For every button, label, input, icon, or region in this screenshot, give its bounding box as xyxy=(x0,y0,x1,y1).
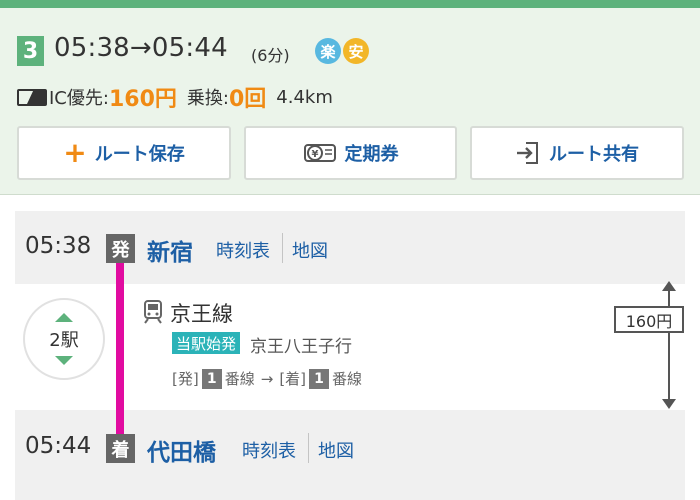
fare-value: 160円 xyxy=(108,87,177,112)
save-route-button[interactable]: + ルート保存 xyxy=(17,126,231,180)
route-number-badge: 3 xyxy=(17,36,44,66)
line-name: 京王線 xyxy=(170,302,233,326)
top-accent-bar xyxy=(0,0,700,8)
track-info: [発] 1 番線 → [着] 1 番線 xyxy=(172,368,362,389)
dep-track-number: 1 xyxy=(201,368,222,389)
dep-track-suffix: 番線 xyxy=(224,370,255,388)
arrival-timetable-link[interactable]: 時刻表 xyxy=(242,437,296,463)
expand-down-icon xyxy=(55,356,73,365)
arr-track-number: 1 xyxy=(309,368,330,389)
transfer-label: 乗換: xyxy=(186,88,229,109)
fare-range-arrow xyxy=(662,281,676,409)
svg-text:¥: ¥ xyxy=(311,149,318,160)
arr-track-suffix: 番線 xyxy=(332,370,363,388)
share-route-label: ルート共有 xyxy=(549,144,639,165)
stops-count: 2駅 xyxy=(49,330,79,351)
transfer-count: 0回 xyxy=(228,87,267,112)
commuter-pass-button[interactable]: ¥ 定期券 xyxy=(244,126,457,180)
link-divider xyxy=(282,233,283,263)
stops-toggle[interactable]: 2駅 xyxy=(23,298,105,380)
arr-track-label: [着] xyxy=(279,370,307,388)
arrival-map-link[interactable]: 地図 xyxy=(318,437,354,463)
departure-station-link[interactable]: 新宿 xyxy=(147,233,193,267)
train-icon xyxy=(143,300,163,328)
route-duration: (6分) xyxy=(251,46,290,65)
origin-station-badge: 当駅始発 xyxy=(172,332,241,354)
departure-timetable-link[interactable]: 時刻表 xyxy=(216,237,270,263)
arrival-time: 05:44 xyxy=(25,433,92,459)
distance: 4.4km xyxy=(276,86,333,108)
departure-time: 05:38 xyxy=(25,233,92,259)
track-arrow: → xyxy=(260,369,274,388)
save-route-label: ルート保存 xyxy=(94,144,185,165)
ic-card-icon xyxy=(17,88,47,106)
yen-ticket-icon: ¥ xyxy=(303,141,337,165)
share-icon xyxy=(515,140,541,166)
easy-badge: 楽 xyxy=(315,38,341,64)
arrival-station-link[interactable]: 代田橋 xyxy=(147,433,216,467)
plus-icon: + xyxy=(63,136,87,169)
link-divider xyxy=(308,433,309,463)
departure-mark: 発 xyxy=(106,234,135,263)
dep-track-label: [発] xyxy=(172,370,199,388)
fare-summary: IC優先: 160円 乗換: 0回 4.4km xyxy=(17,85,333,112)
keio-line-bar xyxy=(116,262,124,436)
route-time-range: 05:38→05:44 xyxy=(54,33,228,63)
train-destination: 京王八王子行 xyxy=(250,337,352,357)
segment-fare: 160円 xyxy=(614,306,684,333)
arrival-mark: 着 xyxy=(106,434,135,463)
expand-up-icon xyxy=(55,313,73,322)
share-route-button[interactable]: ルート共有 xyxy=(470,126,684,180)
commuter-pass-label: 定期券 xyxy=(344,144,399,165)
ic-priority-label: IC優先: xyxy=(49,88,109,109)
departure-map-link[interactable]: 地図 xyxy=(292,237,328,263)
cheap-badge: 安 xyxy=(343,38,369,64)
